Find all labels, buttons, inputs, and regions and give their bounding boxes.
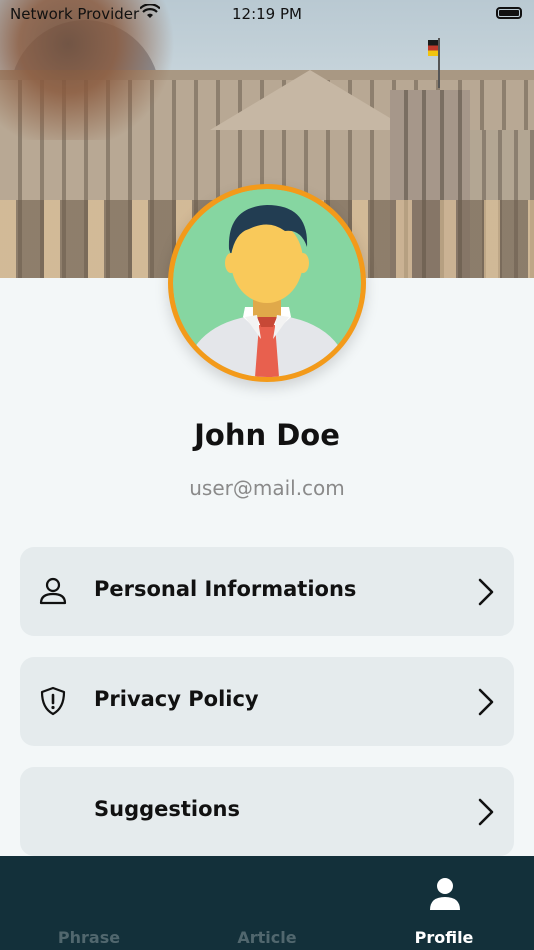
menu-item-label: Personal Informations — [94, 577, 357, 601]
tab-article[interactable]: Article — [207, 928, 327, 947]
chevron-right-icon — [478, 798, 494, 826]
tab-bar: Phrase Article Profile — [0, 856, 534, 950]
menu-item-label: Suggestions — [94, 797, 240, 821]
chevron-right-icon — [478, 578, 494, 606]
avatar[interactable] — [168, 184, 366, 382]
tab-profile[interactable]: Profile — [384, 928, 504, 947]
menu-item-label: Privacy Policy — [94, 687, 259, 711]
user-icon[interactable] — [425, 874, 465, 914]
wifi-icon — [139, 3, 161, 24]
battery-icon — [496, 7, 522, 19]
person-icon — [39, 577, 67, 605]
profile-screen: Network Provider 12:19 PM John Doe user@… — [0, 0, 534, 950]
menu-item-suggestions[interactable]: Suggestions — [20, 767, 514, 856]
flag — [428, 38, 440, 88]
chevron-right-icon — [478, 688, 494, 716]
user-email: user@mail.com — [189, 476, 345, 500]
tab-phrase[interactable]: Phrase — [29, 928, 149, 947]
status-bar: Network Provider 12:19 PM — [0, 0, 534, 28]
menu-item-personal-informations[interactable]: Personal Informations — [20, 547, 514, 636]
clock: 12:19 PM — [232, 5, 302, 23]
user-name: John Doe — [194, 418, 340, 452]
menu-item-privacy-policy[interactable]: Privacy Policy — [20, 657, 514, 746]
carrier-label: Network Provider — [10, 5, 140, 23]
shield-alert-icon — [40, 686, 66, 716]
